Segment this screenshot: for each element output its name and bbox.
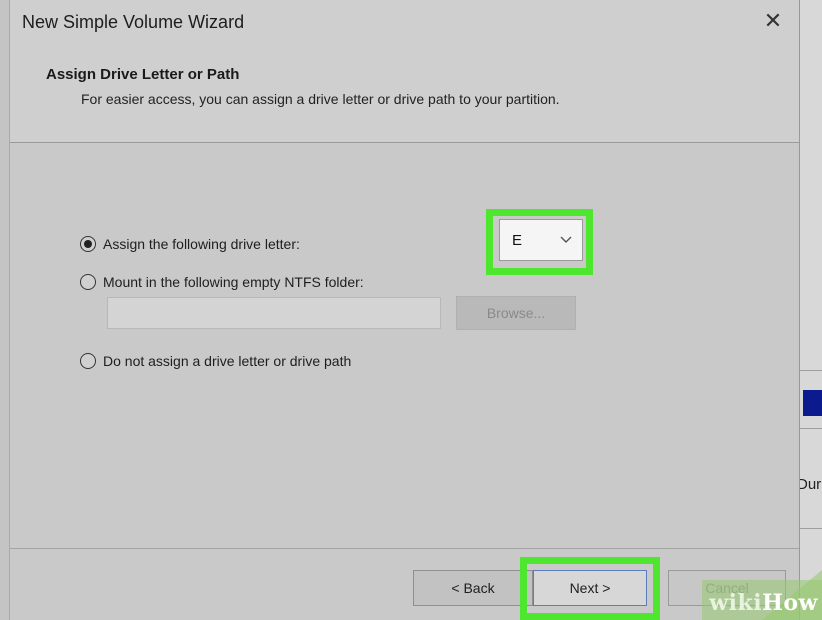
folder-path-input[interactable] xyxy=(107,297,441,329)
page-subtitle: For easier access, you can assign a driv… xyxy=(81,91,560,107)
background-divider xyxy=(800,370,822,371)
background-text: Dur xyxy=(797,476,822,493)
close-icon[interactable]: ✕ xyxy=(759,7,787,35)
window-title: New Simple Volume Wizard xyxy=(22,12,245,32)
radio-button-selected[interactable] xyxy=(80,236,96,252)
wizard-header: Assign Drive Letter or Path For easier a… xyxy=(10,44,799,143)
radio-label: Do not assign a drive letter or drive pa… xyxy=(103,353,352,369)
radio-assign-drive-letter[interactable]: Assign the following drive letter: xyxy=(80,236,300,252)
wikihow-watermark: wikiHow xyxy=(652,570,822,620)
next-button[interactable]: Next > xyxy=(533,570,647,606)
drive-letter-select[interactable]: E xyxy=(499,219,583,261)
drive-letter-value: E xyxy=(512,231,523,249)
background-selected-bar xyxy=(803,390,822,416)
chevron-down-icon xyxy=(560,233,572,247)
page-title: Assign Drive Letter or Path xyxy=(46,66,240,83)
radio-button[interactable] xyxy=(80,274,96,290)
browse-button[interactable]: Browse... xyxy=(456,296,576,330)
footer-divider xyxy=(10,548,799,549)
title-bar: New Simple Volume Wizard ✕ xyxy=(10,0,799,44)
back-button[interactable]: < Back xyxy=(413,570,533,606)
radio-label: Assign the following drive letter: xyxy=(103,236,300,252)
radio-dot xyxy=(84,240,92,248)
background-divider xyxy=(800,428,822,429)
watermark-logo: wikiHow xyxy=(709,590,818,616)
background-window xyxy=(800,0,822,620)
background-divider xyxy=(800,528,822,529)
radio-label: Mount in the following empty NTFS folder… xyxy=(103,274,364,290)
wizard-dialog: New Simple Volume Wizard ✕ Assign Drive … xyxy=(9,0,800,620)
radio-mount-ntfs-folder[interactable]: Mount in the following empty NTFS folder… xyxy=(80,274,364,290)
radio-button[interactable] xyxy=(80,353,96,369)
radio-do-not-assign[interactable]: Do not assign a drive letter or drive pa… xyxy=(80,353,351,369)
screen: Dur New Simple Volume Wizard ✕ Assign Dr… xyxy=(0,0,822,620)
